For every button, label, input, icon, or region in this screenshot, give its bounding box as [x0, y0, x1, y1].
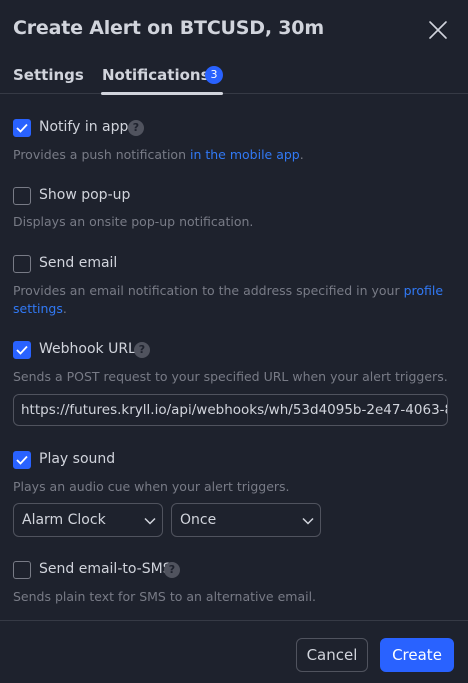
desc-text: Provides an email notification to the ad… [13, 283, 404, 298]
profile-settings-link[interactable]: profile [404, 283, 443, 298]
send-email-description: Provides an email notification to the ad… [13, 282, 453, 318]
email-to-sms-option[interactable]: Send email-to-SMS ? [13, 560, 193, 580]
cancel-button[interactable]: Cancel [296, 638, 368, 672]
close-icon[interactable] [427, 19, 449, 41]
notify-in-app-option[interactable]: Notify in app ? [13, 118, 163, 138]
active-tab-indicator [101, 92, 223, 95]
dialog-header: Create Alert on BTCUSD, 30m [0, 0, 468, 60]
email-to-sms-description: Sends plain text for SMS to an alternati… [13, 589, 317, 604]
chevron-down-icon [144, 517, 156, 525]
webhook-label: Webhook URL [39, 341, 136, 357]
tab-bar: Settings Notifications [0, 60, 468, 96]
send-email-option[interactable]: Send email [13, 254, 163, 274]
desc-text: Provides a push notification [13, 147, 190, 162]
notify-in-app-checkbox[interactable] [13, 119, 31, 137]
desc-text: . [62, 301, 67, 316]
email-to-sms-label: Send email-to-SMS [39, 561, 172, 577]
repeat-select-value: Once [180, 512, 217, 528]
tab-divider [0, 93, 468, 94]
sound-select[interactable]: Alarm Clock [13, 503, 163, 537]
tab-settings[interactable]: Settings [13, 66, 84, 84]
email-to-sms-checkbox[interactable] [13, 561, 31, 579]
help-icon[interactable]: ? [128, 120, 144, 136]
webhook-checkbox[interactable] [13, 341, 31, 359]
tab-notifications[interactable]: Notifications [102, 66, 210, 84]
dialog-title: Create Alert on BTCUSD, 30m [13, 17, 324, 39]
webhook-url-input[interactable]: https://futures.kryll.io/api/webhooks/wh… [13, 394, 448, 426]
create-button[interactable]: Create [380, 638, 454, 672]
play-sound-description: Plays an audio cue when your alert trigg… [13, 479, 290, 494]
sound-select-value: Alarm Clock [22, 512, 106, 528]
show-popup-option[interactable]: Show pop-up [13, 186, 163, 206]
mobile-app-link[interactable]: in the mobile app [190, 147, 300, 162]
notifications-count-badge: 3 [205, 66, 223, 84]
help-icon[interactable]: ? [134, 342, 150, 358]
repeat-select[interactable]: Once [171, 503, 321, 537]
show-popup-checkbox[interactable] [13, 187, 31, 205]
footer-divider [0, 620, 468, 621]
play-sound-label: Play sound [39, 451, 116, 467]
webhook-option[interactable]: Webhook URL ? [13, 340, 163, 360]
show-popup-description: Displays an onsite pop-up notification. [13, 214, 254, 229]
play-sound-checkbox[interactable] [13, 451, 31, 469]
notify-in-app-label: Notify in app [39, 119, 129, 135]
notify-in-app-description: Provides a push notification in the mobi… [13, 146, 453, 164]
help-icon[interactable]: ? [164, 562, 180, 578]
desc-text: . [299, 147, 304, 162]
chevron-down-icon [302, 517, 314, 525]
play-sound-option[interactable]: Play sound [13, 450, 163, 470]
webhook-description: Sends a POST request to your specified U… [13, 369, 448, 384]
webhook-url-value: https://futures.kryll.io/api/webhooks/wh… [21, 402, 448, 418]
send-email-checkbox[interactable] [13, 255, 31, 273]
profile-settings-link-cont[interactable]: settings [13, 301, 63, 316]
show-popup-label: Show pop-up [39, 187, 131, 203]
send-email-label: Send email [39, 255, 118, 271]
